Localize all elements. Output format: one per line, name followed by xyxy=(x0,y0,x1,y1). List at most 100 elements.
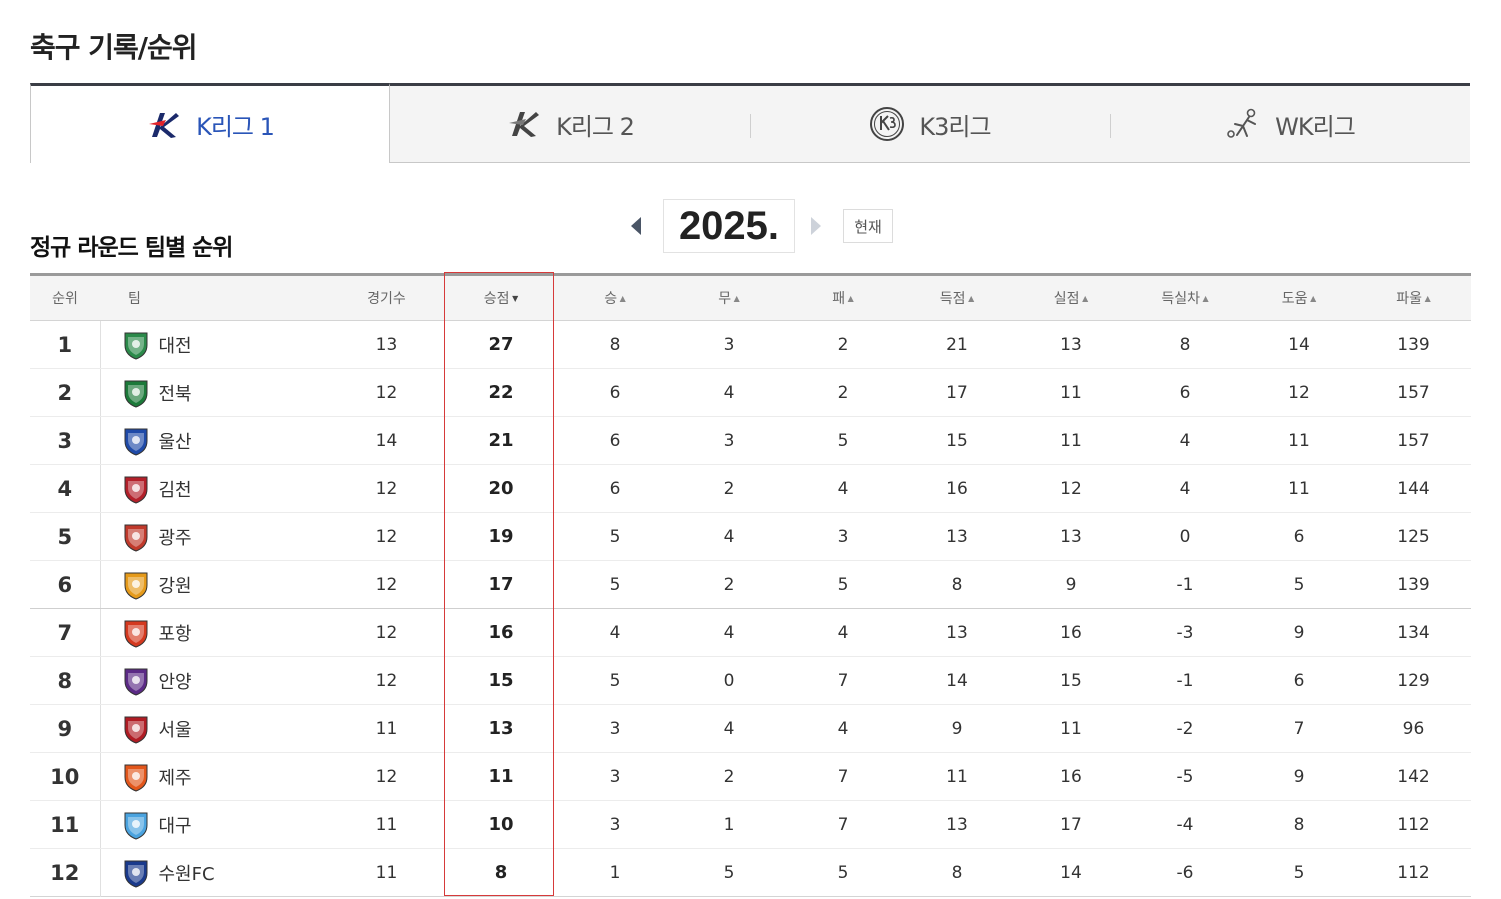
league-tabs: K리그 1 K리그 2 K3리그 WK리그 xyxy=(30,83,1470,163)
team-cell[interactable]: 포항 xyxy=(100,608,329,657)
team-name[interactable]: 대전 xyxy=(159,332,192,358)
team-cell[interactable]: 강원 xyxy=(100,560,329,609)
header-wins-sort[interactable]: 승 xyxy=(558,274,672,321)
wins-cell: 5 xyxy=(558,560,672,609)
table-row: 6 강원 12 17 5 2 5 8 9 -1 5 139 xyxy=(30,560,1471,609)
assists-cell: 11 xyxy=(1242,464,1356,513)
tab-kleague2[interactable]: K리그 2 xyxy=(390,86,750,162)
tab-k3league[interactable]: K3리그 xyxy=(750,86,1110,162)
fouls-cell: 96 xyxy=(1356,704,1471,753)
goals-for-cell: 11 xyxy=(900,752,1014,801)
points-cell: 15 xyxy=(444,656,558,705)
team-crest-icon xyxy=(123,762,149,792)
header-games: 경기수 xyxy=(329,274,444,321)
header-goals-for-sort[interactable]: 득점 xyxy=(900,274,1014,321)
team-name[interactable]: 안양 xyxy=(159,668,192,694)
goals-for-cell: 8 xyxy=(900,560,1014,609)
fouls-cell: 157 xyxy=(1356,368,1471,417)
header-draws-sort[interactable]: 무 xyxy=(672,274,786,321)
fouls-cell: 112 xyxy=(1356,800,1471,849)
header-rank: 순위 xyxy=(30,274,100,321)
draws-cell: 3 xyxy=(672,320,786,369)
tab-divider xyxy=(750,114,751,138)
goal-diff-cell: -4 xyxy=(1128,800,1242,849)
team-name[interactable]: 김천 xyxy=(159,476,192,502)
team-name[interactable]: 서울 xyxy=(159,716,192,742)
points-cell: 17 xyxy=(444,560,558,609)
draws-cell: 1 xyxy=(672,800,786,849)
team-name[interactable]: 포항 xyxy=(159,620,192,646)
draws-cell: 2 xyxy=(672,464,786,513)
page-title: 축구 기록/순위 xyxy=(30,31,198,64)
team-name[interactable]: 강원 xyxy=(159,572,192,598)
table-header-row: 순위 팀 경기수 승점 승 무 패 득점 실점 득실차 도움 파울 xyxy=(30,274,1471,321)
team-cell[interactable]: 안양 xyxy=(100,656,329,705)
current-button[interactable]: 현재 xyxy=(843,209,893,243)
losses-cell: 5 xyxy=(837,862,849,883)
points-cell: 19 xyxy=(444,512,558,561)
header-fouls-sort[interactable]: 파울 xyxy=(1356,274,1471,321)
next-year-arrow-icon[interactable] xyxy=(811,217,821,235)
draws-cell: 3 xyxy=(672,416,786,465)
team-cell[interactable]: 김천 xyxy=(100,464,329,513)
losses-cell: 4 xyxy=(786,608,900,657)
losses-cell: 7 xyxy=(786,752,900,801)
wins-cell: 1 xyxy=(609,862,621,883)
team-crest-icon xyxy=(123,522,149,552)
standings-body: 1 대전 13 27 8 3 2 21 13 8 14 139 2 전북 12 22 6 4 2 17 11 6 12 157… xyxy=(30,320,1471,897)
k3league-logo-icon xyxy=(869,106,905,142)
goals-against-cell: 11 xyxy=(1014,704,1128,753)
table-row: 4 김천 12 20 6 2 4 16 12 4 11 144 xyxy=(30,464,1471,513)
fouls-cell: 129 xyxy=(1356,656,1471,705)
team-cell[interactable]: 광주 xyxy=(100,512,329,561)
header-goal-diff-sort[interactable]: 득실차 xyxy=(1128,274,1242,321)
goal-diff-cell: 8 xyxy=(1128,320,1242,369)
tab-kleague1[interactable]: K리그 1 xyxy=(30,83,390,163)
games-cell: 12 xyxy=(329,368,444,417)
assists-cell: 11 xyxy=(1242,416,1356,465)
team-cell[interactable]: 대구 xyxy=(100,800,329,849)
team-name[interactable]: 전북 xyxy=(159,380,192,406)
wins-cell: 6 xyxy=(558,416,672,465)
prev-year-arrow-icon[interactable] xyxy=(631,217,641,235)
goals-for-cell: 9 xyxy=(900,704,1014,753)
points-cell: 8 xyxy=(494,862,508,883)
goals-against-cell: 13 xyxy=(1014,512,1128,561)
team-cell[interactable]: 제주 xyxy=(100,752,329,801)
tab-label: K리그 2 xyxy=(556,112,635,141)
team-crest-icon xyxy=(123,378,149,408)
table-row: 5 광주 12 19 5 4 3 13 13 0 6 125 xyxy=(30,512,1471,561)
points-cell: 16 xyxy=(444,608,558,657)
team-name[interactable]: 대구 xyxy=(159,812,192,838)
team-name[interactable]: 광주 xyxy=(159,524,192,550)
goal-diff-cell: 6 xyxy=(1128,368,1242,417)
losses-cell: 2 xyxy=(786,320,900,369)
goal-diff-cell: -1 xyxy=(1128,656,1242,705)
team-cell[interactable]: 울산 xyxy=(100,416,329,465)
tab-wkleague[interactable]: WK리그 xyxy=(1110,86,1470,162)
goal-diff-cell: -1 xyxy=(1128,560,1242,609)
header-goals-against-sort[interactable]: 실점 xyxy=(1014,274,1128,321)
wins-cell: 3 xyxy=(558,704,672,753)
assists-cell: 9 xyxy=(1242,752,1356,801)
header-points-sort[interactable]: 승점 xyxy=(444,274,558,321)
team-cell[interactable]: 수원FC xyxy=(100,849,329,897)
wins-cell: 6 xyxy=(558,368,672,417)
losses-cell: 4 xyxy=(786,464,900,513)
table-row: 8 안양 12 15 5 0 7 14 15 -1 6 129 xyxy=(30,656,1471,705)
games-cell: 12 xyxy=(329,656,444,705)
team-cell[interactable]: 전북 xyxy=(100,368,329,417)
year-navigator: 2025. 현재 xyxy=(624,198,893,254)
header-assists-sort[interactable]: 도움 xyxy=(1242,274,1356,321)
header-losses-sort[interactable]: 패 xyxy=(786,274,900,321)
team-name[interactable]: 수원FC xyxy=(159,860,215,886)
goals-against-cell: 13 xyxy=(1014,320,1128,369)
draws-cell: 2 xyxy=(672,752,786,801)
team-cell[interactable]: 서울 xyxy=(100,704,329,753)
goal-diff-cell: -2 xyxy=(1128,704,1242,753)
team-cell[interactable]: 대전 xyxy=(100,320,329,369)
team-name[interactable]: 울산 xyxy=(159,428,192,454)
fouls-cell: 139 xyxy=(1356,320,1471,369)
team-name[interactable]: 제주 xyxy=(159,764,192,790)
goal-diff-cell: 4 xyxy=(1128,416,1242,465)
